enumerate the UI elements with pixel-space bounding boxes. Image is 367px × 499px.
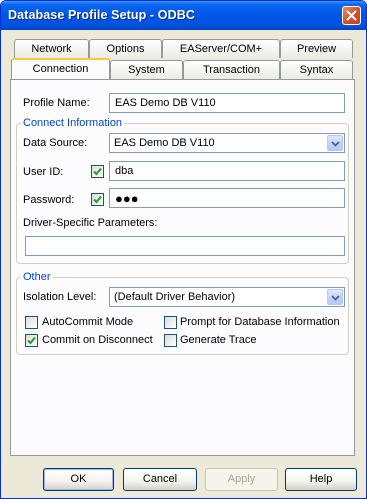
chevron-down-icon [331,295,340,301]
cancel-button[interactable]: Cancel [123,468,197,491]
data-source-label: Data Source: [23,137,88,149]
driver-params-input[interactable] [25,236,345,256]
window-title: Database Profile Setup - ODBC [8,8,195,22]
profile-name-input[interactable]: EAS Demo DB V110 [109,93,345,113]
commit-on-disconnect-label[interactable]: Commit on Disconnect [42,334,153,346]
data-source-dropdown[interactable]: EAS Demo DB V110 [109,133,345,153]
tab-preview[interactable]: Preview [280,39,353,58]
connection-tab-panel: Profile Name: EAS Demo DB V110 Connect I… [10,79,355,456]
isolation-level-label: Isolation Level: [23,291,97,303]
user-id-input[interactable]: dba [109,161,345,181]
other-group-title: Other [21,271,53,283]
tab-syntax[interactable]: Syntax [280,60,353,79]
chevron-down-icon [331,141,340,147]
tab-easerver-com[interactable]: EAServer/COM+ [162,39,280,58]
autocommit-label[interactable]: AutoCommit Mode [42,316,133,328]
tab-transaction[interactable]: Transaction [183,60,280,79]
user-id-checkbox[interactable] [91,165,104,178]
isolation-level-value: (Default Driver Behavior) [114,291,236,303]
tab-system[interactable]: System [110,60,183,79]
generate-trace-label[interactable]: Generate Trace [180,334,256,346]
connect-information-title: Connect Information [21,117,125,129]
driver-params-label: Driver-Specific Parameters: [23,217,158,229]
apply-button[interactable]: Apply [205,468,278,491]
user-id-label: User ID: [23,166,64,178]
isolation-level-dropdown-button[interactable] [327,289,343,305]
tab-row-back: Network Options EAServer/COM+ Preview [10,39,355,58]
checkmark-icon [93,195,102,204]
password-input[interactable]: ●●● [109,188,345,208]
autocommit-checkbox[interactable] [25,316,38,329]
isolation-level-dropdown[interactable]: (Default Driver Behavior) [109,287,345,307]
ok-button[interactable]: OK [43,468,114,491]
checkmark-icon [27,336,36,345]
prompt-db-info-label[interactable]: Prompt for Database Information [180,316,340,328]
tab-options[interactable]: Options [89,39,162,58]
data-source-dropdown-button[interactable] [327,135,343,151]
title-bar[interactable]: Database Profile Setup - ODBC [1,1,366,30]
tab-connection[interactable]: Connection [11,58,110,79]
generate-trace-checkbox[interactable] [164,334,177,347]
data-source-value: EAS Demo DB V110 [114,137,215,149]
prompt-db-info-checkbox[interactable] [164,316,177,329]
dialog-window: Database Profile Setup - ODBC Network Op… [0,0,367,499]
profile-name-label: Profile Name: [23,97,90,109]
tab-network[interactable]: Network [14,39,89,58]
checkmark-icon [93,167,102,176]
commit-on-disconnect-checkbox[interactable] [25,334,38,347]
tab-row-front: Connection System Transaction Syntax [10,58,355,79]
close-icon [346,10,357,21]
help-button[interactable]: Help [285,468,357,491]
close-button[interactable] [342,6,361,25]
password-label: Password: [23,194,75,206]
password-checkbox[interactable] [91,193,104,206]
